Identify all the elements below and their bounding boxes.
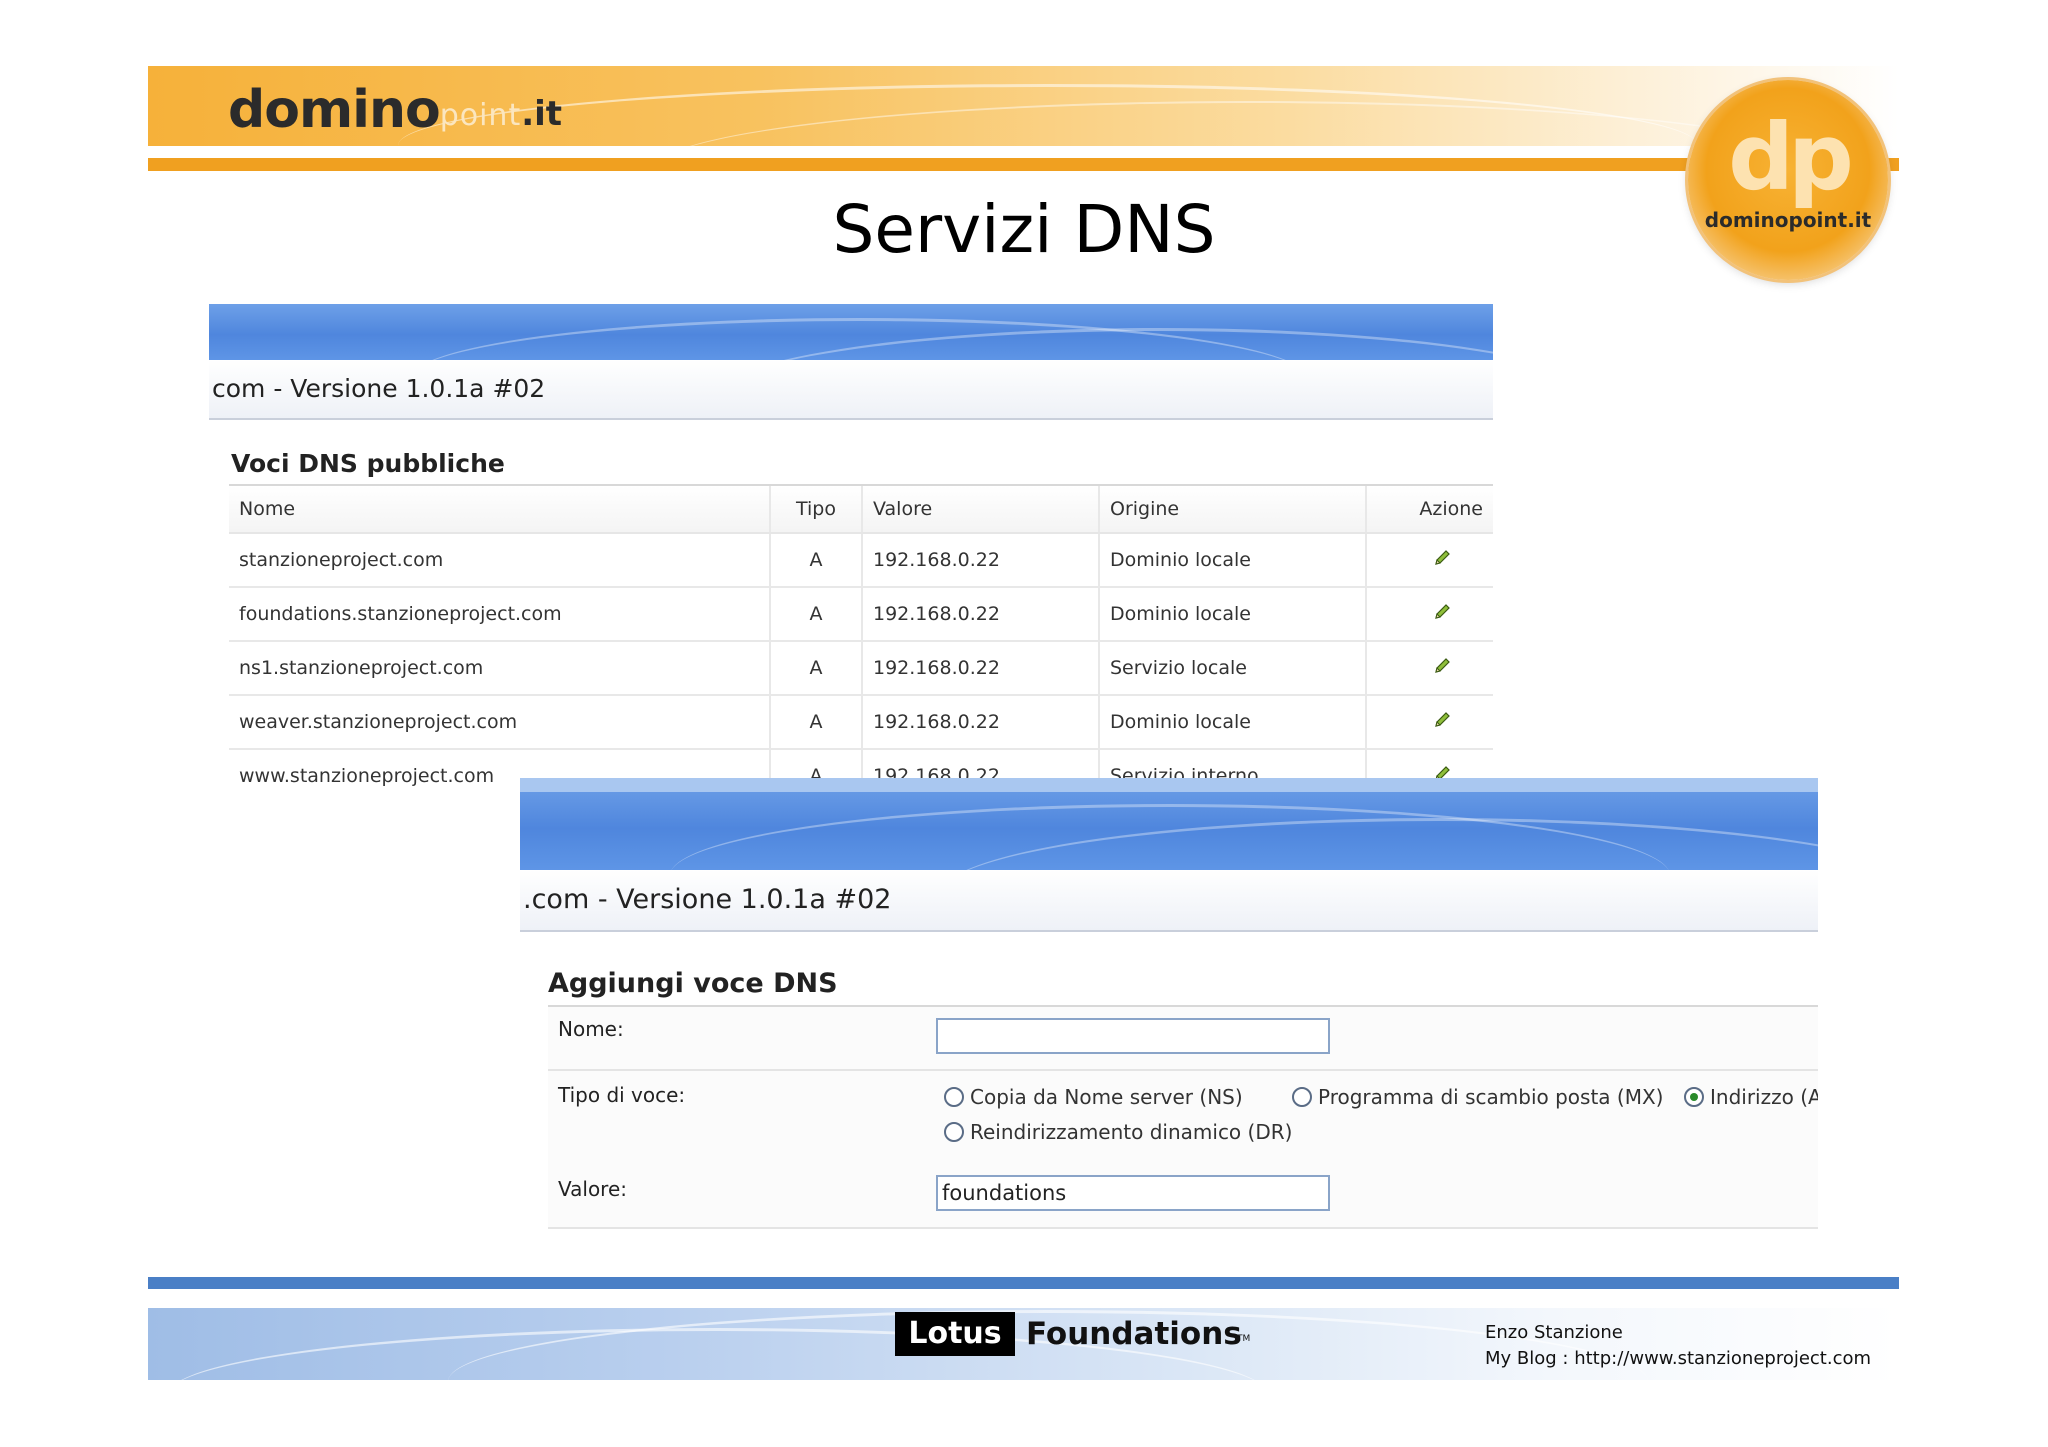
cell-azione	[1365, 587, 1493, 642]
author-blog: My Blog : http://www.stanzioneproject.co…	[1485, 1348, 1872, 1369]
col-valore: Valore	[861, 484, 1099, 534]
section-title: Aggiungi voce DNS	[548, 968, 838, 999]
col-tipo: Tipo	[769, 484, 862, 534]
table-row: ns1.stanzioneproject.com A 192.168.0.22 …	[229, 641, 1493, 696]
radio-a-circle[interactable]	[1684, 1087, 1704, 1107]
table-header-row: Nome Tipo Valore Origine Azione	[229, 484, 1493, 534]
radio-mx[interactable]: Programma di scambio posta (MX)	[1292, 1085, 1663, 1109]
valore-label: Valore:	[558, 1177, 628, 1201]
slide-title: Servizi DNS	[832, 191, 1216, 268]
tipo-label: Tipo di voce:	[558, 1083, 686, 1107]
foundations-logo-text: Foundations	[1026, 1316, 1242, 1352]
col-nome: Nome	[229, 484, 770, 534]
nome-label: Nome:	[558, 1017, 624, 1041]
app-header-band	[520, 778, 1818, 870]
section-title: Voci DNS pubbliche	[231, 449, 505, 478]
col-origine: Origine	[1098, 484, 1366, 534]
cell-tipo: A	[769, 533, 862, 588]
add-dns-screenshot: .com - Versione 1.0.1a #02 Aggiungi voce…	[520, 778, 1818, 1230]
radio-ns[interactable]: Copia da Nome server (NS)	[944, 1085, 1243, 1109]
version-bar: com - Versione 1.0.1a #02	[209, 360, 1493, 420]
cell-origine: Dominio locale	[1098, 533, 1366, 588]
dns-list-screenshot: com - Versione 1.0.1a #02 Voci DNS pubbl…	[209, 304, 1493, 794]
col-azione: Azione	[1365, 484, 1493, 534]
cell-azione	[1365, 641, 1493, 696]
app-header-band	[209, 304, 1493, 360]
form-row-valore: Valore:	[548, 1163, 1818, 1229]
valore-input[interactable]	[936, 1175, 1330, 1211]
cell-valore: 192.168.0.22	[861, 695, 1099, 750]
cell-azione	[1365, 695, 1493, 750]
cell-nome: foundations.stanzioneproject.com	[229, 587, 770, 642]
cell-azione	[1365, 533, 1493, 588]
cell-valore: 192.168.0.22	[861, 587, 1099, 642]
trademark-mark: TM	[1237, 1334, 1251, 1344]
cell-origine: Dominio locale	[1098, 695, 1366, 750]
cell-valore: 192.168.0.22	[861, 533, 1099, 588]
cell-tipo: A	[769, 641, 862, 696]
version-bar: .com - Versione 1.0.1a #02	[520, 870, 1818, 932]
dns-table: Nome Tipo Valore Origine Azione stanzion…	[229, 484, 1493, 794]
pencil-edit-icon[interactable]	[1433, 549, 1451, 567]
cell-nome: weaver.stanzioneproject.com	[229, 695, 770, 750]
footer-rule	[148, 1277, 1899, 1289]
lotus-logo-box: Lotus	[895, 1312, 1015, 1356]
table-row: foundations.stanzioneproject.com A 192.1…	[229, 587, 1493, 642]
logo-suffix-text: .it	[521, 94, 563, 134]
table-row: stanzioneproject.com A 192.168.0.22 Domi…	[229, 533, 1493, 588]
logo-accent-text: point	[439, 98, 522, 133]
form-row-nome: Nome:	[548, 1007, 1818, 1071]
radio-a-label: Indirizzo (A)	[1710, 1085, 1818, 1109]
radio-mx-label: Programma di scambio posta (MX)	[1318, 1085, 1664, 1109]
form-row-tipo: Tipo di voce: Copia da Nome server (NS) …	[548, 1071, 1818, 1165]
radio-mx-circle[interactable]	[1292, 1087, 1312, 1107]
cell-tipo: A	[769, 587, 862, 642]
version-text: .com - Versione 1.0.1a #02	[523, 884, 892, 915]
table-row: weaver.stanzioneproject.com A 192.168.0.…	[229, 695, 1493, 750]
cell-origine: Dominio locale	[1098, 587, 1366, 642]
author-info: Enzo Stanzione My Blog : http://www.stan…	[1485, 1320, 1871, 1372]
author-name: Enzo Stanzione	[1485, 1322, 1623, 1343]
radio-ns-circle[interactable]	[944, 1087, 964, 1107]
nome-input[interactable]	[936, 1018, 1330, 1054]
cell-origine: Servizio locale	[1098, 641, 1366, 696]
radio-dr[interactable]: Reindirizzamento dinamico (DR)	[944, 1120, 1292, 1144]
pencil-edit-icon[interactable]	[1433, 657, 1451, 675]
cell-tipo: A	[769, 695, 862, 750]
radio-a[interactable]: Indirizzo (A)	[1684, 1085, 1818, 1109]
radio-dr-label: Reindirizzamento dinamico (DR)	[970, 1120, 1293, 1144]
radio-ns-label: Copia da Nome server (NS)	[970, 1085, 1243, 1109]
pencil-edit-icon[interactable]	[1433, 603, 1451, 621]
version-text: com - Versione 1.0.1a #02	[212, 374, 546, 403]
orange-rule	[148, 158, 1899, 171]
cell-valore: 192.168.0.22	[861, 641, 1099, 696]
logo-main-text: domino	[228, 80, 441, 140]
pencil-edit-icon[interactable]	[1433, 711, 1451, 729]
dominopoint-logo: domino point .it	[228, 78, 562, 138]
radio-dr-circle[interactable]	[944, 1122, 964, 1142]
cell-nome: stanzioneproject.com	[229, 533, 770, 588]
cell-nome: ns1.stanzioneproject.com	[229, 641, 770, 696]
